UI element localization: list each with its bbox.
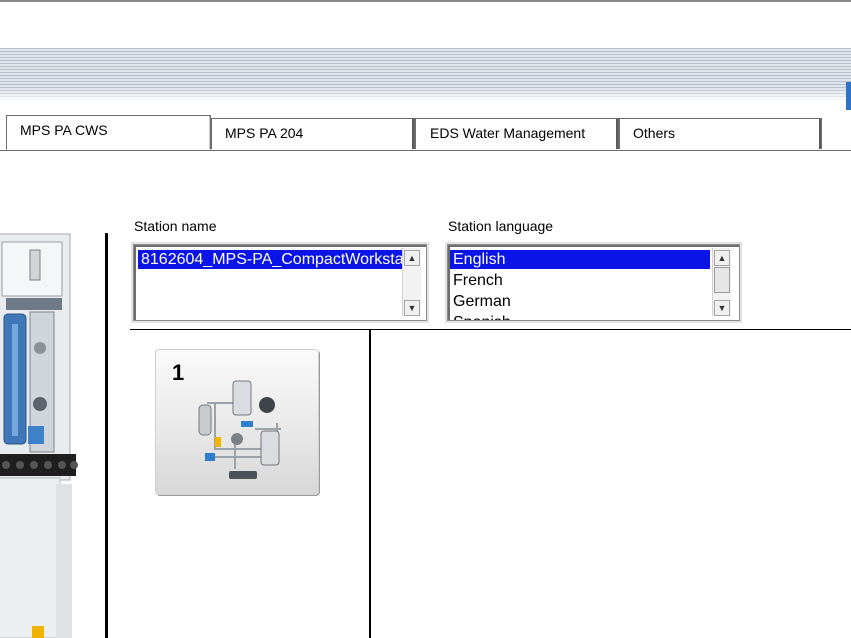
- station-name-label: Station name: [134, 218, 217, 234]
- language-item-german[interactable]: German: [450, 292, 514, 311]
- tab-label: MPS PA CWS: [20, 122, 108, 138]
- scroll-thumb[interactable]: [714, 267, 730, 293]
- scroll-down-button[interactable]: ▼: [404, 300, 420, 316]
- station-photo: [0, 228, 78, 638]
- process-station-icon: [198, 380, 281, 479]
- header-banner-fade: [0, 88, 851, 102]
- station-name-scrollbar[interactable]: ▲ ▼: [402, 248, 421, 316]
- tab-label: MPS PA 204: [225, 125, 304, 141]
- station-language-listbox[interactable]: English French German Spanish ▲ ▼: [447, 244, 740, 321]
- scroll-up-button[interactable]: ▲: [404, 250, 420, 266]
- tab-mps-pa-cws[interactable]: MPS PA CWS: [6, 115, 211, 150]
- tab-eds-water-management[interactable]: EDS Water Management: [415, 118, 619, 149]
- tab-bar: MPS PA CWS MPS PA 204 EDS Water Manageme…: [0, 115, 851, 152]
- tab-mps-pa-204[interactable]: MPS PA 204: [211, 118, 415, 149]
- left-divider: [105, 233, 108, 638]
- language-item-french[interactable]: French: [450, 271, 506, 290]
- station-name-item[interactable]: 8162604_MPS-PA_CompactWorkstation: [138, 250, 406, 269]
- language-item-spanish[interactable]: Spanish: [450, 313, 514, 320]
- scroll-up-button[interactable]: ▲: [714, 250, 730, 266]
- station-number: 1: [172, 360, 185, 385]
- accent-bar: [846, 82, 851, 110]
- tab-others[interactable]: Others: [619, 118, 822, 149]
- station-language-label: Station language: [448, 218, 554, 234]
- language-scrollbar[interactable]: ▲ ▼: [712, 248, 731, 316]
- scroll-down-button[interactable]: ▼: [714, 300, 730, 316]
- station-name-listbox[interactable]: 8162604_MPS-PA_CompactWorkstation ▲ ▼: [133, 244, 427, 321]
- section-divider: [130, 329, 851, 330]
- panel-divider: [369, 330, 371, 638]
- language-item-english[interactable]: English: [450, 250, 710, 269]
- station-1-button[interactable]: 1: [155, 349, 319, 495]
- tab-label: EDS Water Management: [430, 125, 586, 141]
- tab-label: Others: [633, 125, 676, 141]
- window-top-border: [0, 0, 851, 2]
- tab-bar-baseline: [0, 150, 851, 151]
